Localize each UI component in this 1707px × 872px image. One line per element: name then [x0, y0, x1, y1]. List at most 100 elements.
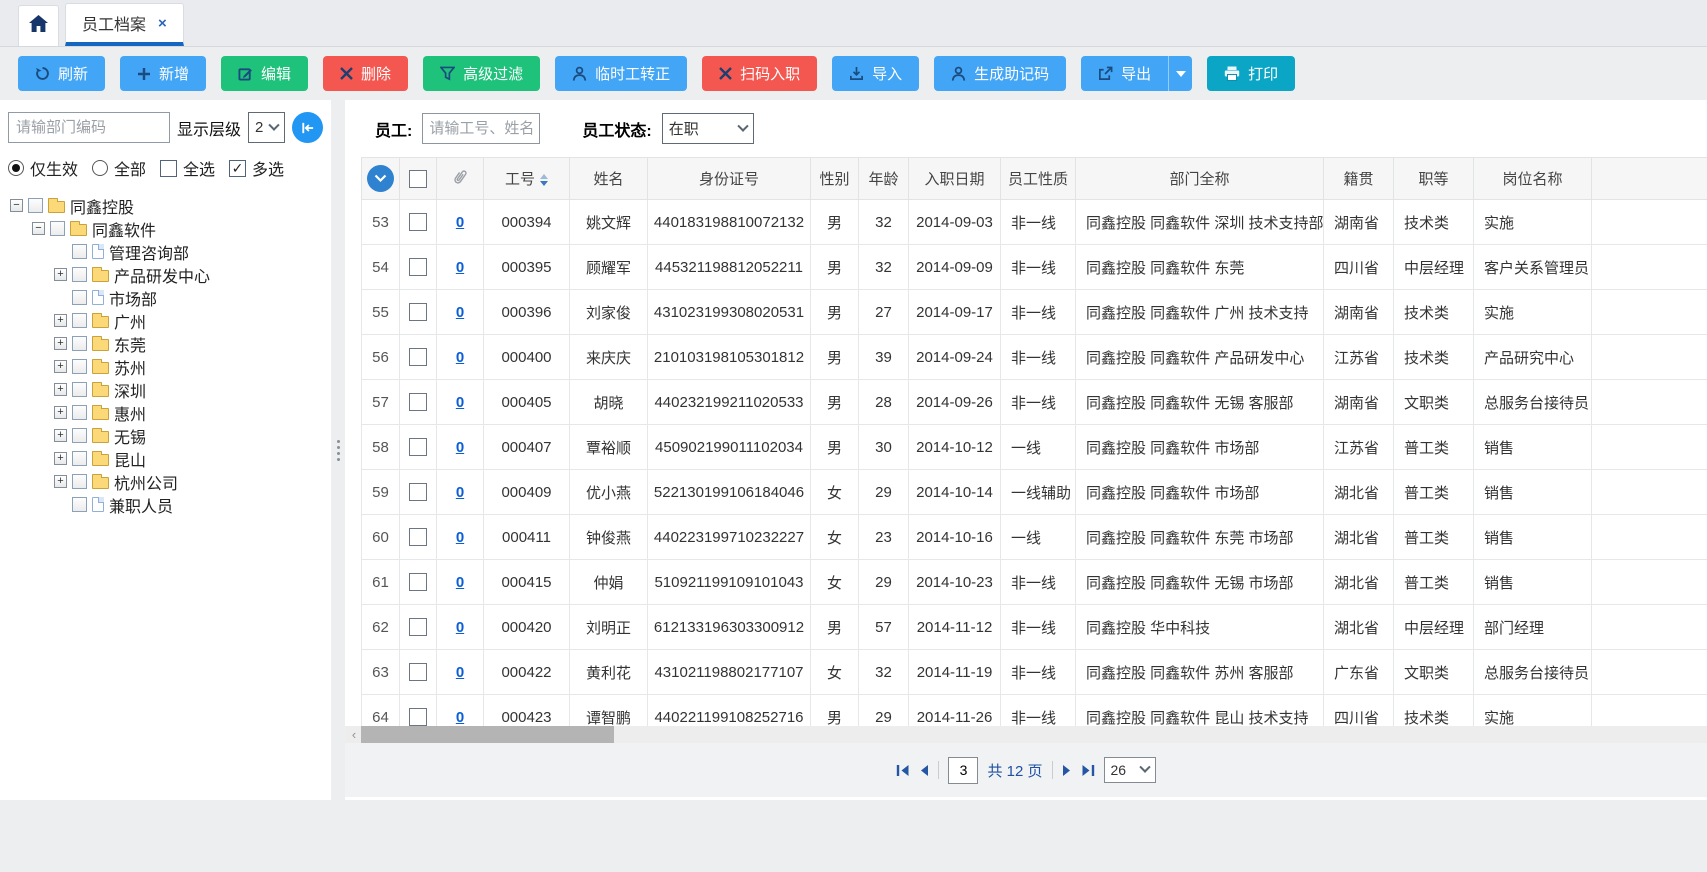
temp-worker-regularize-button[interactable]: 临时工转正 — [555, 56, 687, 91]
tree-item[interactable]: 苏州 — [8, 355, 323, 378]
table-row[interactable]: 64 0 000423 谭智鹏 440221199108252716 男 29 … — [362, 695, 1707, 727]
attachment-link[interactable]: 0 — [456, 574, 464, 591]
attachment-link[interactable]: 0 — [456, 259, 464, 276]
grid-menu-button[interactable] — [367, 165, 394, 192]
row-checkbox[interactable] — [409, 708, 427, 726]
row-checkbox[interactable] — [409, 303, 427, 321]
col-header-idcard[interactable]: 身份证号 — [648, 158, 811, 200]
print-button[interactable]: 打印 — [1207, 56, 1295, 91]
horizontal-scrollbar[interactable]: ‹ — [345, 726, 1707, 743]
col-header-hiredate[interactable]: 入职日期 — [909, 158, 1001, 200]
scrollbar-thumb[interactable] — [361, 726, 614, 743]
tree-item[interactable]: 兼职人员 — [8, 493, 323, 516]
attachment-link[interactable]: 0 — [456, 304, 464, 321]
attachment-link[interactable]: 0 — [456, 664, 464, 681]
tree-item[interactable]: 产品研发中心 — [8, 263, 323, 286]
row-checkbox[interactable] — [409, 573, 427, 591]
dept-code-input[interactable] — [8, 112, 170, 143]
all-radio[interactable] — [92, 160, 108, 176]
tree-item[interactable]: 东莞 — [8, 332, 323, 355]
collapse-node-icon[interactable] — [10, 199, 23, 212]
table-row[interactable]: 53 0 000394 姚文辉 440183198810072132 男 32 … — [362, 200, 1707, 245]
next-page-button[interactable] — [1062, 764, 1072, 777]
tree-checkbox[interactable] — [72, 336, 87, 351]
tree-checkbox[interactable] — [72, 290, 87, 305]
table-row[interactable]: 59 0 000409 优小燕 522130199106184046 女 29 … — [362, 470, 1707, 515]
expand-node-icon[interactable] — [54, 475, 67, 488]
col-header-name[interactable]: 姓名 — [570, 158, 648, 200]
panel-splitter[interactable] — [331, 100, 345, 800]
refresh-button[interactable]: 刷新 — [18, 56, 105, 91]
col-header-type[interactable]: 员工性质 — [1001, 158, 1076, 200]
page-number-input[interactable] — [948, 757, 978, 784]
add-button[interactable]: 新增 — [120, 56, 206, 91]
tree-item[interactable]: 昆山 — [8, 447, 323, 470]
expand-node-icon[interactable] — [54, 452, 67, 465]
import-button[interactable]: 导入 — [832, 56, 919, 91]
tree-checkbox[interactable] — [72, 244, 87, 259]
attachment-link[interactable]: 0 — [456, 439, 464, 456]
expand-node-icon[interactable] — [54, 360, 67, 373]
employee-search-input[interactable] — [422, 113, 540, 144]
table-row[interactable]: 60 0 000411 钟俊燕 440223199710232227 女 23 … — [362, 515, 1707, 560]
row-checkbox[interactable] — [409, 258, 427, 276]
attachment-link[interactable]: 0 — [456, 349, 464, 366]
tab-home[interactable] — [18, 5, 59, 46]
table-row[interactable]: 55 0 000396 刘家俊 431023199308020531 男 27 … — [362, 290, 1707, 335]
tree-checkbox[interactable] — [50, 221, 65, 236]
level-select[interactable]: 2 — [248, 112, 285, 143]
expand-node-icon[interactable] — [54, 406, 67, 419]
tree-checkbox[interactable] — [72, 451, 87, 466]
row-checkbox[interactable] — [409, 528, 427, 546]
tree-checkbox[interactable] — [72, 313, 87, 328]
col-header-grade[interactable]: 职等 — [1394, 158, 1474, 200]
tree-item[interactable]: 同鑫软件 — [8, 217, 323, 240]
tree-checkbox[interactable] — [72, 267, 87, 282]
last-page-button[interactable] — [1081, 764, 1095, 777]
tab-employee-archive[interactable]: 员工档案 × — [65, 3, 184, 46]
edit-button[interactable]: 编辑 — [221, 56, 308, 91]
status-select[interactable]: 在职 — [662, 113, 754, 144]
expand-node-icon[interactable] — [54, 383, 67, 396]
page-size-select[interactable]: 26 — [1104, 757, 1156, 783]
expand-node-icon[interactable] — [54, 268, 67, 281]
export-button[interactable]: 导出 — [1081, 56, 1168, 91]
row-checkbox[interactable] — [409, 213, 427, 231]
tree-checkbox[interactable] — [72, 405, 87, 420]
col-header-gender[interactable]: 性别 — [811, 158, 859, 200]
tree-checkbox[interactable] — [28, 198, 43, 213]
attachment-link[interactable]: 0 — [456, 214, 464, 231]
attachment-link[interactable]: 0 — [456, 484, 464, 501]
tree-item[interactable]: 无锡 — [8, 424, 323, 447]
delete-button[interactable]: 删除 — [323, 56, 408, 91]
tree-item[interactable]: 管理咨询部 — [8, 240, 323, 263]
select-all-rows-checkbox[interactable] — [409, 170, 427, 188]
tree-checkbox[interactable] — [72, 497, 87, 512]
advanced-filter-button[interactable]: 高级过滤 — [423, 56, 540, 91]
table-row[interactable]: 56 0 000400 来庆庆 210103198105301812 男 39 … — [362, 335, 1707, 380]
multi-select-checkbox[interactable] — [229, 160, 246, 177]
tree-checkbox[interactable] — [72, 382, 87, 397]
attachment-link[interactable]: 0 — [456, 529, 464, 546]
expand-node-icon[interactable] — [54, 337, 67, 350]
row-checkbox[interactable] — [409, 438, 427, 456]
tree-checkbox[interactable] — [72, 474, 87, 489]
expand-node-icon[interactable] — [54, 314, 67, 327]
collapse-sidebar-button[interactable] — [292, 112, 323, 143]
scan-onboard-button[interactable]: 扫码入职 — [702, 56, 817, 91]
only-active-radio[interactable] — [8, 160, 24, 176]
tree-checkbox[interactable] — [72, 428, 87, 443]
col-header-origin[interactable]: 籍贯 — [1324, 158, 1394, 200]
col-header-dept[interactable]: 部门全称 — [1076, 158, 1324, 200]
col-header-age[interactable]: 年龄 — [859, 158, 909, 200]
table-row[interactable]: 63 0 000422 黄利花 431021198802177107 女 32 … — [362, 650, 1707, 695]
prev-page-button[interactable] — [919, 764, 929, 777]
row-checkbox[interactable] — [409, 663, 427, 681]
table-row[interactable]: 62 0 000420 刘明正 612133196303300912 男 57 … — [362, 605, 1707, 650]
export-dropdown-button[interactable] — [1168, 56, 1192, 91]
collapse-node-icon[interactable] — [32, 222, 45, 235]
tree-item[interactable]: 同鑫控股 — [8, 194, 323, 217]
table-row[interactable]: 58 0 000407 覃裕顺 450902199011102034 男 30 … — [362, 425, 1707, 470]
table-row[interactable]: 54 0 000395 顾耀军 445321198812052211 男 32 … — [362, 245, 1707, 290]
col-header-code[interactable]: 工号 — [484, 158, 570, 200]
